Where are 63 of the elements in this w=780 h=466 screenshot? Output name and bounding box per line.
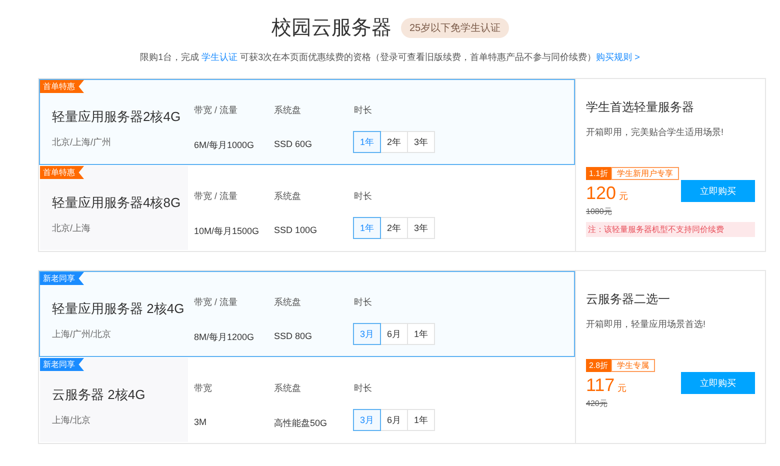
price-unit: 元 xyxy=(619,190,628,203)
age-badge: 25岁以下免学生认证 xyxy=(401,18,509,38)
spec-value: SSD 80G xyxy=(274,331,314,341)
offer-subtitle: 开箱即用，轻量应用场景首选! xyxy=(586,318,707,331)
duration-option[interactable]: 6月 xyxy=(380,409,408,431)
duration-option[interactable]: 6月 xyxy=(380,323,408,345)
duration-label: 时长 xyxy=(354,382,373,395)
spec-label: 系统盘 xyxy=(274,296,302,309)
duration-option[interactable]: 1年 xyxy=(407,409,435,431)
product-row[interactable]: 首单特惠 轻量应用服务器4核8G 北京/上海 带宽 / 流量 10M/每月1500G 系统盘 SSD 100G 时长 1年 2年 3年 xyxy=(39,165,575,251)
product-row[interactable]: 新老同享 云服务器 2核4G 上海/北京 带宽 3M 系统盘 高性能盘50G 时长 3月 6月 1年 xyxy=(39,357,575,443)
promo-tag: 新老同享 xyxy=(40,272,84,285)
offer-title: 学生首选轻量服务器 xyxy=(586,99,695,116)
product-regions: 上海/北京 xyxy=(52,414,92,427)
original-price: 420元 xyxy=(586,398,608,409)
notice-text: 限购1台，完成 xyxy=(140,51,200,64)
spec-label: 带宽 / 流量 xyxy=(194,104,239,117)
product-row[interactable]: 新老同享 轻量应用服务器 2核4G 上海/广州/北京 带宽 / 流量 8M/每月1200G 系统盘 SSD 80G 时长 3月 6月 1年 xyxy=(39,271,575,357)
spec-value: 高性能盘50G xyxy=(274,417,328,430)
spec-label: 带宽 / 流量 xyxy=(194,296,239,309)
discount-label: 学生专属 xyxy=(611,359,656,372)
duration-option[interactable]: 3年 xyxy=(407,217,435,239)
duration-option[interactable]: 2年 xyxy=(380,217,408,239)
price: 117 xyxy=(586,375,615,396)
spec-label: 系统盘 xyxy=(274,190,302,203)
duration-label: 时长 xyxy=(354,296,373,309)
discount-badge: 1.1折 xyxy=(586,167,612,180)
duration-label: 时长 xyxy=(354,190,373,203)
product-name: 轻量应用服务器4核8G xyxy=(52,194,182,212)
price: 120 xyxy=(586,183,616,204)
offer-title: 云服务器二选一 xyxy=(586,291,671,308)
page-title: 校园云服务器 xyxy=(271,16,392,41)
spec-value: SSD 60G xyxy=(274,139,314,149)
offer-subtitle: 开箱即用，完美贴合学生适用场景! xyxy=(586,126,725,139)
notice-text: 可获3次在本页面优惠续费的资格（登录可查看旧版续费，首单特惠产品不参与同价续费） xyxy=(239,51,596,64)
spec-value: 8M/每月1200G xyxy=(194,331,256,344)
product-name: 云服务器 2核4G xyxy=(52,386,146,404)
discount-label: 学生新用户专享 xyxy=(611,167,680,180)
spec-label: 带宽 / 流量 xyxy=(194,190,239,203)
price-unit: 元 xyxy=(618,382,627,395)
duration-option[interactable]: 1年 xyxy=(407,323,435,345)
duration-label: 时长 xyxy=(354,104,373,117)
spec-label: 带宽 xyxy=(194,382,213,395)
product-regions: 北京/上海/广州 xyxy=(52,136,112,149)
product-name: 轻量应用服务器 2核4G xyxy=(52,300,186,318)
discount-badge: 2.8折 xyxy=(586,359,612,372)
promo-tag: 首单特惠 xyxy=(40,166,84,179)
original-price: 1080元 xyxy=(586,206,613,217)
promo-tag: 首单特惠 xyxy=(40,80,84,93)
spec-label: 系统盘 xyxy=(274,382,302,395)
duration-option[interactable]: 2年 xyxy=(380,131,408,153)
product-regions: 北京/上海 xyxy=(52,222,92,235)
spec-value: SSD 100G xyxy=(274,225,318,235)
duration-option[interactable]: 3年 xyxy=(407,131,435,153)
promo-tag: 新老同享 xyxy=(40,358,84,371)
spec-value: 10M/每月1500G xyxy=(194,225,260,238)
spec-label: 系统盘 xyxy=(274,104,302,117)
product-row[interactable]: 首单特惠 轻量应用服务器2核4G 北京/上海/广州 带宽 / 流量 6M/每月1000G 系统盘 SSD 60G 时长 1年 2年 3年 xyxy=(39,79,575,165)
product-name: 轻量应用服务器2核4G xyxy=(52,108,182,126)
spec-value: 6M/每月1000G xyxy=(194,139,256,152)
spec-value: 3M xyxy=(194,417,208,427)
product-regions: 上海/广州/北京 xyxy=(52,328,112,341)
renewal-note: 注：该轻量服务器机型不支持同价续费 xyxy=(586,222,755,237)
